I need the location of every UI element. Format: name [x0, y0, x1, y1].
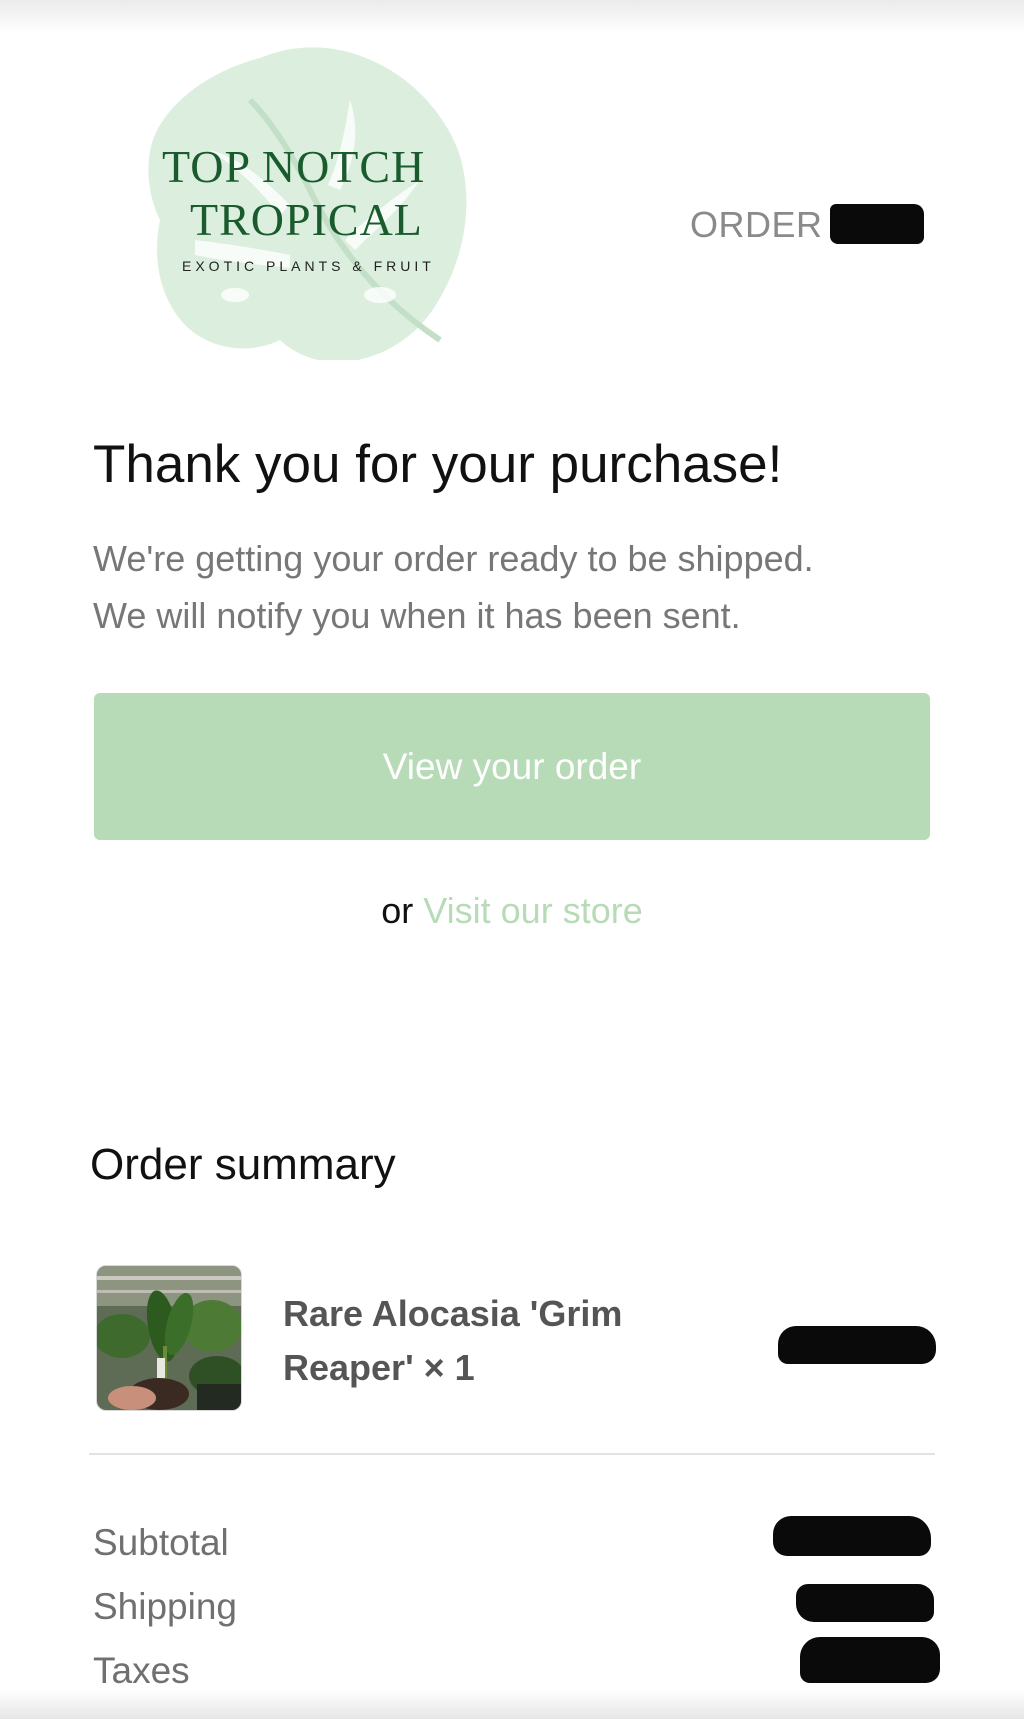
logo-text-line2: TROPICAL: [190, 194, 423, 245]
subtotal-label: Subtotal: [93, 1522, 229, 1563]
message-line-2: We will notify you when it has been sent…: [93, 595, 741, 636]
taxes-label: Taxes: [93, 1650, 190, 1691]
order-label: ORDER #: [690, 204, 854, 245]
plant-photo-icon: [97, 1266, 241, 1410]
subtotal-value-redaction: [773, 1516, 931, 1556]
store-link-row: or Visit our store: [0, 890, 1024, 932]
order-number-redaction: [830, 204, 924, 244]
taxes-value-redaction: [800, 1637, 940, 1683]
logo-text-line1: TOP NOTCH: [162, 141, 426, 192]
brand-logo[interactable]: TOP NOTCH TROPICAL EXOTIC PLANTS & FRUIT: [140, 40, 480, 360]
logo-tagline: EXOTIC PLANTS & FRUIT: [182, 258, 435, 274]
view-order-button-label: View your order: [382, 745, 642, 787]
shipping-value-redaction: [796, 1584, 934, 1622]
summary-divider: [89, 1453, 935, 1455]
view-order-button[interactable]: View your order: [94, 693, 930, 840]
bottom-shadow: [0, 1690, 1024, 1719]
visit-store-link[interactable]: Visit our store: [423, 890, 642, 931]
order-summary-title: Order summary: [90, 1140, 396, 1189]
product-name-line-2: Reaper' × 1: [283, 1347, 475, 1388]
shipping-label: Shipping: [93, 1586, 238, 1627]
product-name: Rare Alocasia 'Grim Reaper' × 1: [283, 1287, 703, 1395]
confirmation-message: We're getting your order ready to be shi…: [93, 530, 953, 644]
product-name-line-1: Rare Alocasia 'Grim: [283, 1293, 623, 1334]
message-line-1: We're getting your order ready to be shi…: [93, 538, 814, 579]
product-price-redaction: [778, 1326, 936, 1364]
page-title: Thank you for your purchase!: [93, 435, 783, 494]
or-text: or: [381, 890, 414, 931]
top-shadow: [0, 0, 1024, 34]
product-thumbnail[interactable]: [96, 1265, 242, 1411]
